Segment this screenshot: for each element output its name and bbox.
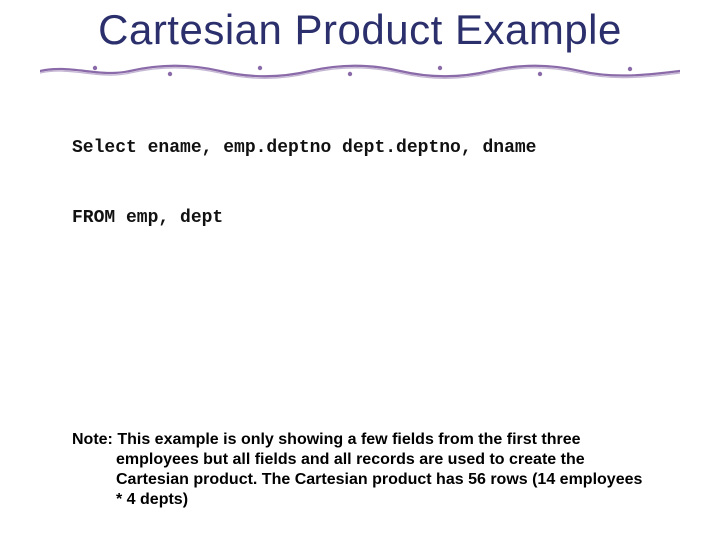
code-line-1: Select ename, emp.deptno dept.deptno, dn… (72, 137, 652, 160)
slide: Cartesian Product Example Select ename, … (0, 0, 720, 540)
code-line-2: FROM emp, dept (72, 207, 652, 230)
title-underline-divider (40, 62, 680, 80)
note-block: Note: This example is only showing a few… (72, 430, 652, 510)
sql-code-block: Select ename, emp.deptno dept.deptno, dn… (72, 90, 652, 277)
vine-divider-icon (40, 62, 680, 80)
page-title: Cartesian Product Example (0, 6, 720, 54)
note-text: Note: This example is only showing a few… (72, 430, 652, 510)
